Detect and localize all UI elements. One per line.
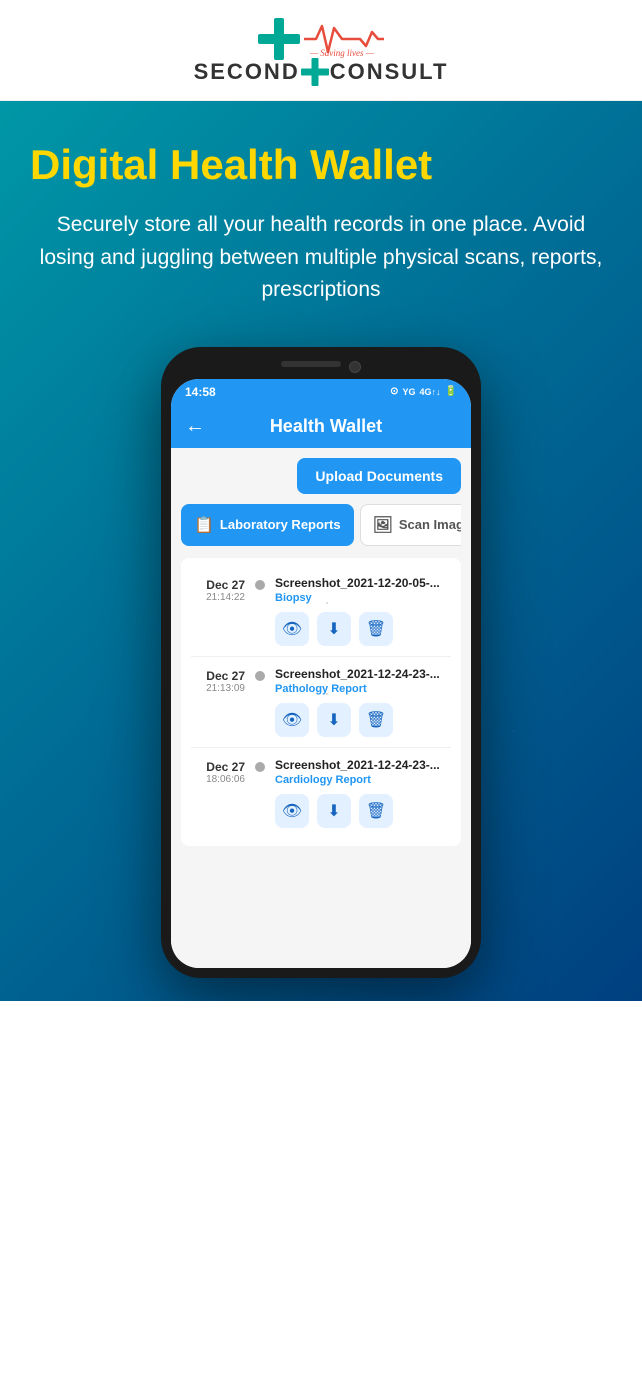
timeline-dot-1 xyxy=(255,580,265,590)
tab-scan-images[interactable]: 🖼 Scan Imag... xyxy=(360,504,461,546)
eye-icon: 👁 xyxy=(282,710,302,730)
hero-title: Digital Health Wallet xyxy=(30,141,612,189)
phone-camera-icon xyxy=(349,361,361,373)
download-button-3[interactable]: ⬇ xyxy=(317,794,351,828)
status-time: 14:58 xyxy=(185,385,216,399)
upload-documents-button[interactable]: Upload Documents xyxy=(297,458,461,494)
phone-screen: 14:58 ⊙ YG 4G↑↓ 🔋 ← Health Wallet xyxy=(171,379,471,968)
lab-tab-label: Laboratory Reports xyxy=(220,517,341,532)
record-date-label-3: Dec 27 xyxy=(191,760,245,774)
record-date-3: Dec 27 18:06:06 xyxy=(191,758,245,785)
lab-icon: 📋 xyxy=(194,515,214,535)
delete-button-2[interactable]: 🗑 xyxy=(359,703,393,737)
record-date-2: Dec 27 21:13:09 xyxy=(191,667,245,694)
app-title: Health Wallet xyxy=(215,416,437,437)
trash-icon: 🗑 xyxy=(366,801,386,821)
scan-tab-label: Scan Imag... xyxy=(399,517,461,532)
download-button-2[interactable]: ⬇ xyxy=(317,703,351,737)
file-name-1: Screenshot_2021-12-20-05-... xyxy=(275,576,451,590)
view-button-1[interactable]: 👁 xyxy=(275,612,309,646)
delete-button-3[interactable]: 🗑 xyxy=(359,794,393,828)
file-name-2: Screenshot_2021-12-24-23-... xyxy=(275,667,451,681)
record-time-label-2: 21:13:09 xyxy=(191,683,245,694)
back-button[interactable]: ← xyxy=(185,415,205,438)
action-buttons-3: 👁 ⬇ 🗑 xyxy=(275,794,451,828)
download-icon: ⬇ xyxy=(327,619,340,639)
records-timeline: Dec 27 21:14:22 Screenshot_2021-12-20-05… xyxy=(181,558,461,846)
alarm-icon: ⊙ xyxy=(390,386,398,397)
phone-mockup: 14:58 ⊙ YG 4G↑↓ 🔋 ← Health Wallet xyxy=(30,347,612,978)
battery-icon: 🔋 xyxy=(445,386,457,397)
timeline-item: Dec 27 21:14:22 Screenshot_2021-12-20-05… xyxy=(191,566,451,657)
timeline-line-1 xyxy=(326,602,328,604)
upload-btn-row: Upload Documents xyxy=(181,458,461,494)
status-bar: 14:58 ⊙ YG 4G↑↓ 🔋 xyxy=(171,379,471,405)
file-type-2: Pathology Report xyxy=(275,683,451,695)
hero-section: Digital Health Wallet Securely store all… xyxy=(0,101,642,1001)
record-date-label-2: Dec 27 xyxy=(191,669,245,683)
file-type-3: Cardiology Report xyxy=(275,774,451,786)
file-type-1: Biopsy xyxy=(275,592,451,604)
trash-icon: 🗑 xyxy=(366,619,386,639)
page-header: — Saving lives — SECOND CONSULT xyxy=(0,0,642,101)
view-button-3[interactable]: 👁 xyxy=(275,794,309,828)
logo-consult: CONSULT xyxy=(330,59,449,85)
record-date-label-1: Dec 27 xyxy=(191,578,245,592)
eye-icon: 👁 xyxy=(282,801,302,821)
record-date-1: Dec 27 21:14:22 xyxy=(191,576,245,603)
timeline-item: Dec 27 18:06:06 Screenshot_2021-12-24-23… xyxy=(191,748,451,838)
timeline-line-2 xyxy=(326,693,328,695)
svg-text:— Saving lives —: — Saving lives — xyxy=(309,48,375,58)
scan-icon: 🖼 xyxy=(373,515,393,535)
eye-icon: 👁 xyxy=(282,619,302,639)
status-icons: ⊙ YG 4G↑↓ 🔋 xyxy=(390,386,457,397)
app-header: ← Health Wallet xyxy=(171,405,471,448)
signal-icon: 4G↑↓ xyxy=(420,387,441,397)
category-tabs: 📋 Laboratory Reports 🖼 Scan Imag... xyxy=(181,504,461,546)
download-icon: ⬇ xyxy=(327,801,340,821)
trash-icon: 🗑 xyxy=(366,710,386,730)
timeline-dot-2 xyxy=(255,671,265,681)
download-icon: ⬇ xyxy=(327,710,340,730)
action-buttons-1: 👁 ⬇ 🗑 xyxy=(275,612,451,646)
view-button-2[interactable]: 👁 xyxy=(275,703,309,737)
logo: — Saving lives — SECOND CONSULT xyxy=(194,18,449,86)
hero-subtitle: Securely store all your health records i… xyxy=(30,209,612,307)
record-content-3: Screenshot_2021-12-24-23-... Cardiology … xyxy=(275,758,451,828)
delete-button-1[interactable]: 🗑 xyxy=(359,612,393,646)
phone-frame: 14:58 ⊙ YG 4G↑↓ 🔋 ← Health Wallet xyxy=(161,347,481,978)
record-time-label-3: 18:06:06 xyxy=(191,774,245,785)
action-buttons-2: 👁 ⬇ 🗑 xyxy=(275,703,451,737)
record-content-2: Screenshot_2021-12-24-23-... Pathology R… xyxy=(275,667,451,737)
phone-notch xyxy=(171,361,471,373)
logo-second: SECOND xyxy=(194,59,300,85)
timeline-item: Dec 27 21:13:09 Screenshot_2021-12-24-23… xyxy=(191,657,451,748)
network-icon: YG xyxy=(403,387,416,397)
download-button-1[interactable]: ⬇ xyxy=(317,612,351,646)
ecg-icon: — Saving lives — xyxy=(304,18,384,60)
file-name-3: Screenshot_2021-12-24-23-... xyxy=(275,758,451,772)
tab-laboratory-reports[interactable]: 📋 Laboratory Reports xyxy=(181,504,354,546)
record-time-label-1: 21:14:22 xyxy=(191,592,245,603)
timeline-dot-3 xyxy=(255,762,265,772)
app-content: Upload Documents 📋 Laboratory Reports 🖼 … xyxy=(171,448,471,968)
record-content-1: Screenshot_2021-12-20-05-... Biopsy 👁 ⬇ xyxy=(275,576,451,646)
